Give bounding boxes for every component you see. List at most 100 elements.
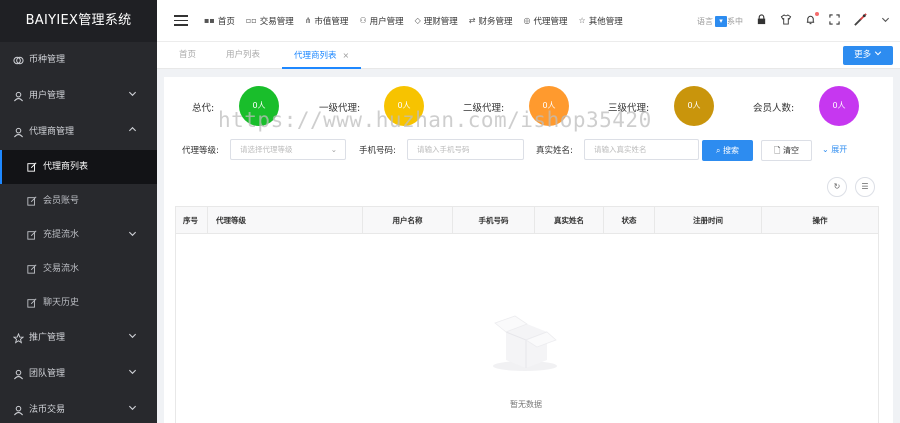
refresh-button[interactable]: ↻ <box>827 177 847 197</box>
topnav-item-other[interactable]: ☆ 其他管理 <box>579 15 623 27</box>
topnav-item-finance[interactable]: ⇄ 财务管理 <box>469 15 513 27</box>
sidebar-subitem-label: 充提流水 <box>43 230 80 240</box>
tab-user-list[interactable]: 用户列表 <box>226 42 260 69</box>
column-settings-button[interactable]: ☰ <box>855 177 875 197</box>
sidebar-item-label: 币种管理 <box>29 55 66 65</box>
tab-home[interactable]: 首页 <box>179 42 196 69</box>
sidebar-item-agents[interactable]: 代理商管理 <box>0 114 157 150</box>
close-icon[interactable]: × <box>343 51 350 60</box>
column-header: 手机号码 <box>453 207 535 234</box>
topnav-item-home[interactable]: ▪▪ 首页 <box>204 15 235 27</box>
team-icon <box>12 368 24 380</box>
sidebar-subitem-chat-history[interactable]: 聊天历史 <box>0 286 157 320</box>
sidebar-item-label: 推广管理 <box>29 333 66 343</box>
column-header: 代理等级 <box>208 207 363 234</box>
column-header: 真实姓名 <box>535 207 604 234</box>
stat-circle-members: 0人 <box>819 86 859 126</box>
language-select[interactable]: 语言 ▾ 系中 <box>697 15 743 27</box>
chevron-down-icon: ▾ <box>715 15 727 27</box>
sidebar-item-currency[interactable]: 币种管理 <box>0 42 157 78</box>
user-icon <box>12 90 24 102</box>
sidebar-subitem-label: 代理商列表 <box>43 162 89 172</box>
top-right-tools: 语言 ▾ 系中 <box>697 0 890 42</box>
chevron-down-icon <box>128 218 137 254</box>
app-brand: BAIYIEX管理系统 <box>0 0 157 42</box>
empty-text: 暂无数据 <box>510 400 542 409</box>
sidebar-item-promotion[interactable]: 推广管理 <box>0 320 157 356</box>
more-button[interactable]: 更多 <box>843 46 893 65</box>
refresh-icon: ↻ <box>833 182 841 191</box>
agent-icon <box>12 126 24 138</box>
stat-circle-level3: 0人 <box>674 86 714 126</box>
sidebar-item-team[interactable]: 团队管理 <box>0 356 157 392</box>
sidebar-item-fiat[interactable]: 法币交易 <box>0 392 157 423</box>
sidebar-item-label: 代理商管理 <box>29 127 75 137</box>
topnav-item-agents[interactable]: ◎ 代理管理 <box>524 15 568 27</box>
clear-button[interactable]: 🗋 清空 <box>761 140 812 161</box>
lock-icon[interactable] <box>756 14 767 28</box>
edit-icon <box>26 195 38 207</box>
expand-button[interactable]: ⌄ 展开 <box>822 144 847 155</box>
sidebar-subitem-label: 交易流水 <box>43 264 80 274</box>
column-header: 序号 <box>176 207 208 234</box>
edit-icon <box>26 263 38 275</box>
sidebar-subitem-trade-flow[interactable]: 交易流水 <box>0 252 157 286</box>
filter-bar: 代理等级: 请选择代理等级 ⌄ 手机号码: 请输入手机号码 真实姓名: 请输入真… <box>164 139 893 161</box>
topnav-item-market[interactable]: ⋔ 市值管理 <box>305 15 349 27</box>
user-icon: ⚇ <box>359 16 367 25</box>
sidebar-subitem-agent-list[interactable]: 代理商列表 <box>0 150 157 184</box>
diamond-icon: ◇ <box>414 16 421 25</box>
coin-icon <box>12 54 24 66</box>
sidebar-subitem-member-accounts[interactable]: 会员账号 <box>0 184 157 218</box>
topnav-item-wealth[interactable]: ◇ 理财管理 <box>415 15 458 27</box>
agent-level-label: 代理等级: <box>182 146 219 156</box>
column-header: 注册时间 <box>655 207 762 234</box>
chevron-down-icon <box>128 320 137 356</box>
settings-icon: ☰ <box>861 182 869 191</box>
watermark-text: https://www.huzhan.com/ishop35420 <box>218 108 652 132</box>
sidebar-subitem-deposit-flow[interactable]: 充提流水 <box>0 218 157 252</box>
star-icon: ☆ <box>578 16 586 25</box>
phone-label: 手机号码: <box>359 146 396 156</box>
chevron-down-icon <box>874 51 882 56</box>
tab-agent-list[interactable]: 代理商列表 × <box>282 42 362 69</box>
sidebar-item-label: 团队管理 <box>29 369 66 379</box>
theme-shirt-icon[interactable] <box>780 14 792 28</box>
sidebar-subitem-label: 会员账号 <box>43 196 80 206</box>
search-icon: ⌕ <box>715 146 721 155</box>
fullscreen-icon[interactable] <box>829 14 840 28</box>
top-navbar: ▪▪ 首页 ▫▫ 交易管理 ⋔ 市值管理 ⚇ 用户管理 ◇ 理财管理 ⇄ 财务管理 ◎ 代理管… <box>157 0 900 42</box>
agent-level-select[interactable]: 请选择代理等级 ⌄ <box>230 139 346 160</box>
topnav-item-users[interactable]: ⚇ 用户管理 <box>359 15 403 27</box>
chevron-down-icon[interactable] <box>881 15 890 27</box>
trash-icon: 🗋 <box>774 146 781 155</box>
tabs-bar: 首页 用户列表 代理商列表 × 更多 <box>157 42 900 69</box>
network-icon: ⋔ <box>304 16 312 25</box>
grid-icon: ▪▪ <box>204 16 215 25</box>
column-header: 用户名称 <box>363 207 453 234</box>
star-icon <box>12 332 24 344</box>
topnav-item-trade[interactable]: ▫▫ 交易管理 <box>246 15 294 27</box>
edit-icon <box>26 229 38 241</box>
column-header: 操作 <box>812 216 828 225</box>
top-nav: ▪▪ 首页 ▫▫ 交易管理 ⋔ 市值管理 ⚇ 用户管理 ◇ 理财管理 ⇄ 财务管理 ◎ 代理管… <box>204 15 634 27</box>
column-header: 状态 <box>604 207 655 234</box>
notification-dot <box>815 12 819 16</box>
finance-icon: ⇄ <box>468 16 476 25</box>
stat-label-total: 总代: <box>192 103 215 114</box>
menu-toggle-icon[interactable] <box>174 12 188 29</box>
sidebar-item-users[interactable]: 用户管理 <box>0 78 157 114</box>
search-button[interactable]: ⌕ 搜索 <box>702 140 753 161</box>
edit-icon <box>26 161 38 173</box>
user-icon <box>12 404 24 416</box>
real-name-input[interactable]: 请输入真实姓名 <box>584 139 699 160</box>
edit-icon <box>26 297 38 309</box>
avatar[interactable] <box>853 12 868 30</box>
phone-input[interactable]: 请输入手机号码 <box>407 139 524 160</box>
sidebar: BAIYIEX管理系统 币种管理 用户管理 代理商管理 代理商列表 会员账号 充… <box>0 0 157 423</box>
bell-icon[interactable] <box>805 12 819 28</box>
table-header: 序号 代理等级 用户名称 手机号码 真实姓名 状态 注册时间 操作 <box>176 207 878 234</box>
stat-label-members: 会员人数: <box>753 103 795 114</box>
chevron-down-icon <box>128 356 137 392</box>
chevron-up-icon <box>128 114 137 150</box>
